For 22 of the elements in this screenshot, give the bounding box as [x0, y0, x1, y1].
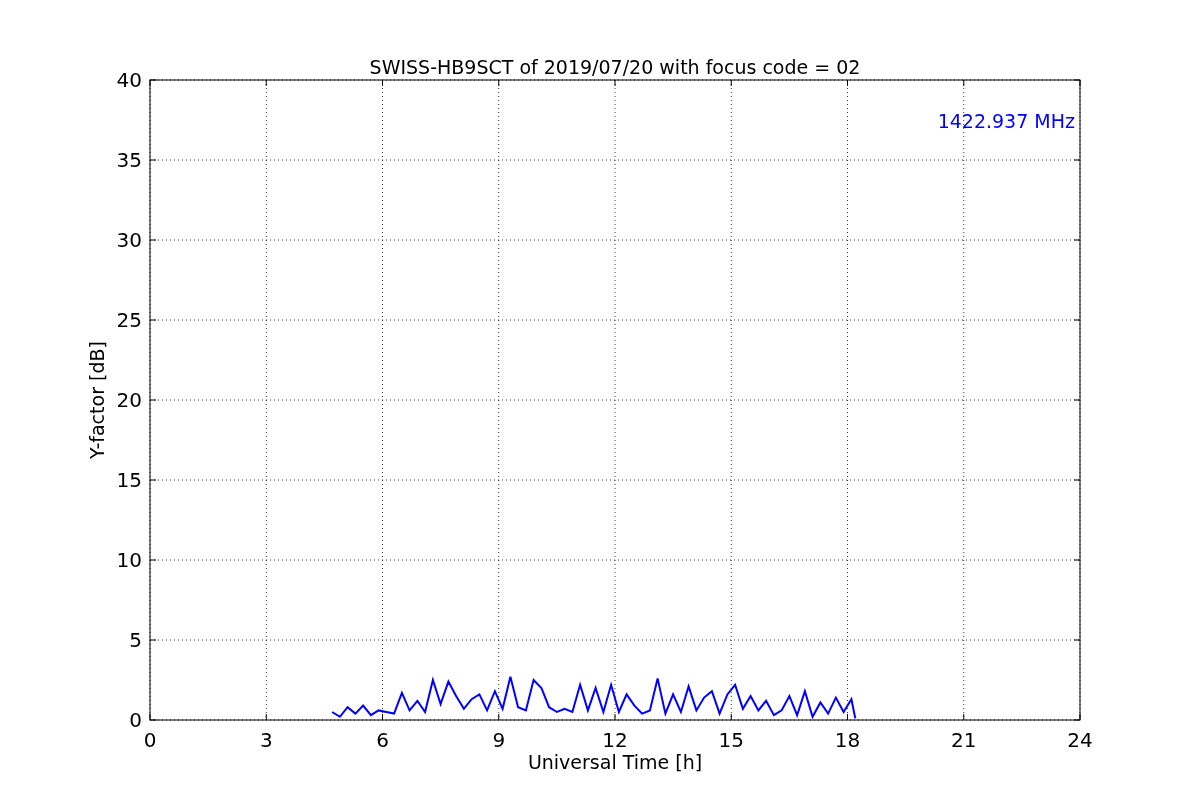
tick-label: 0 [129, 708, 142, 732]
tick-label: 18 [834, 728, 861, 752]
tick-label: 12 [602, 728, 628, 752]
chart-title: SWISS-HB9SCT of 2019/07/20 with focus code = 02 [369, 56, 861, 78]
tick-label: 5 [129, 628, 142, 652]
y-axis-label: Y-factor [dB] [86, 341, 108, 459]
tick-label: 40 [116, 68, 142, 92]
tick-label: 25 [116, 308, 142, 332]
tick-label: 20 [116, 388, 142, 412]
tick-label: 24 [1067, 728, 1093, 752]
tick-label: 15 [718, 728, 744, 752]
series-label: 1422.937 MHz [937, 110, 1075, 132]
x-axis-label: Universal Time [h] [527, 751, 703, 773]
tick-label: 15 [116, 468, 142, 492]
tick-label: 10 [116, 548, 142, 572]
tick-label: 35 [116, 148, 142, 172]
tick-label: 0 [143, 728, 157, 752]
tick-label: 21 [951, 728, 977, 752]
tick-label: 9 [492, 728, 506, 752]
tick-label: 3 [259, 728, 273, 752]
tick-label: 30 [116, 228, 142, 252]
tick-label: 6 [376, 728, 389, 752]
